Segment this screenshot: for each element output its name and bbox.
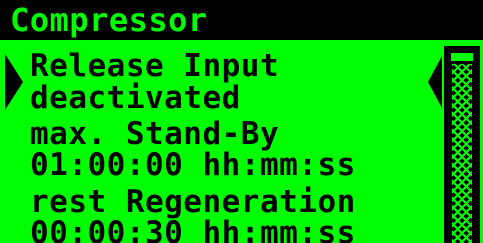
max-standby-label[interactable]: max. Stand-By <box>30 118 279 150</box>
screen-title: Compressor <box>0 0 483 40</box>
selection-arrow-left-icon <box>5 54 23 110</box>
rest-regeneration-value[interactable]: 00:00:30 hh:mm:ss <box>30 217 356 243</box>
scrollbar-thumb[interactable] <box>448 50 476 64</box>
release-input-value[interactable]: deactivated <box>30 82 241 114</box>
compressor-display: Compressor Release Input deactivated max… <box>0 0 483 243</box>
release-input-label[interactable]: Release Input <box>30 50 279 82</box>
rest-regeneration-label[interactable]: rest Regeneration <box>30 186 356 218</box>
max-standby-value[interactable]: 01:00:00 hh:mm:ss <box>30 149 356 181</box>
scrollbar[interactable] <box>444 46 480 243</box>
scrollbar-track[interactable] <box>452 60 472 243</box>
selection-arrow-right-icon <box>428 56 442 108</box>
